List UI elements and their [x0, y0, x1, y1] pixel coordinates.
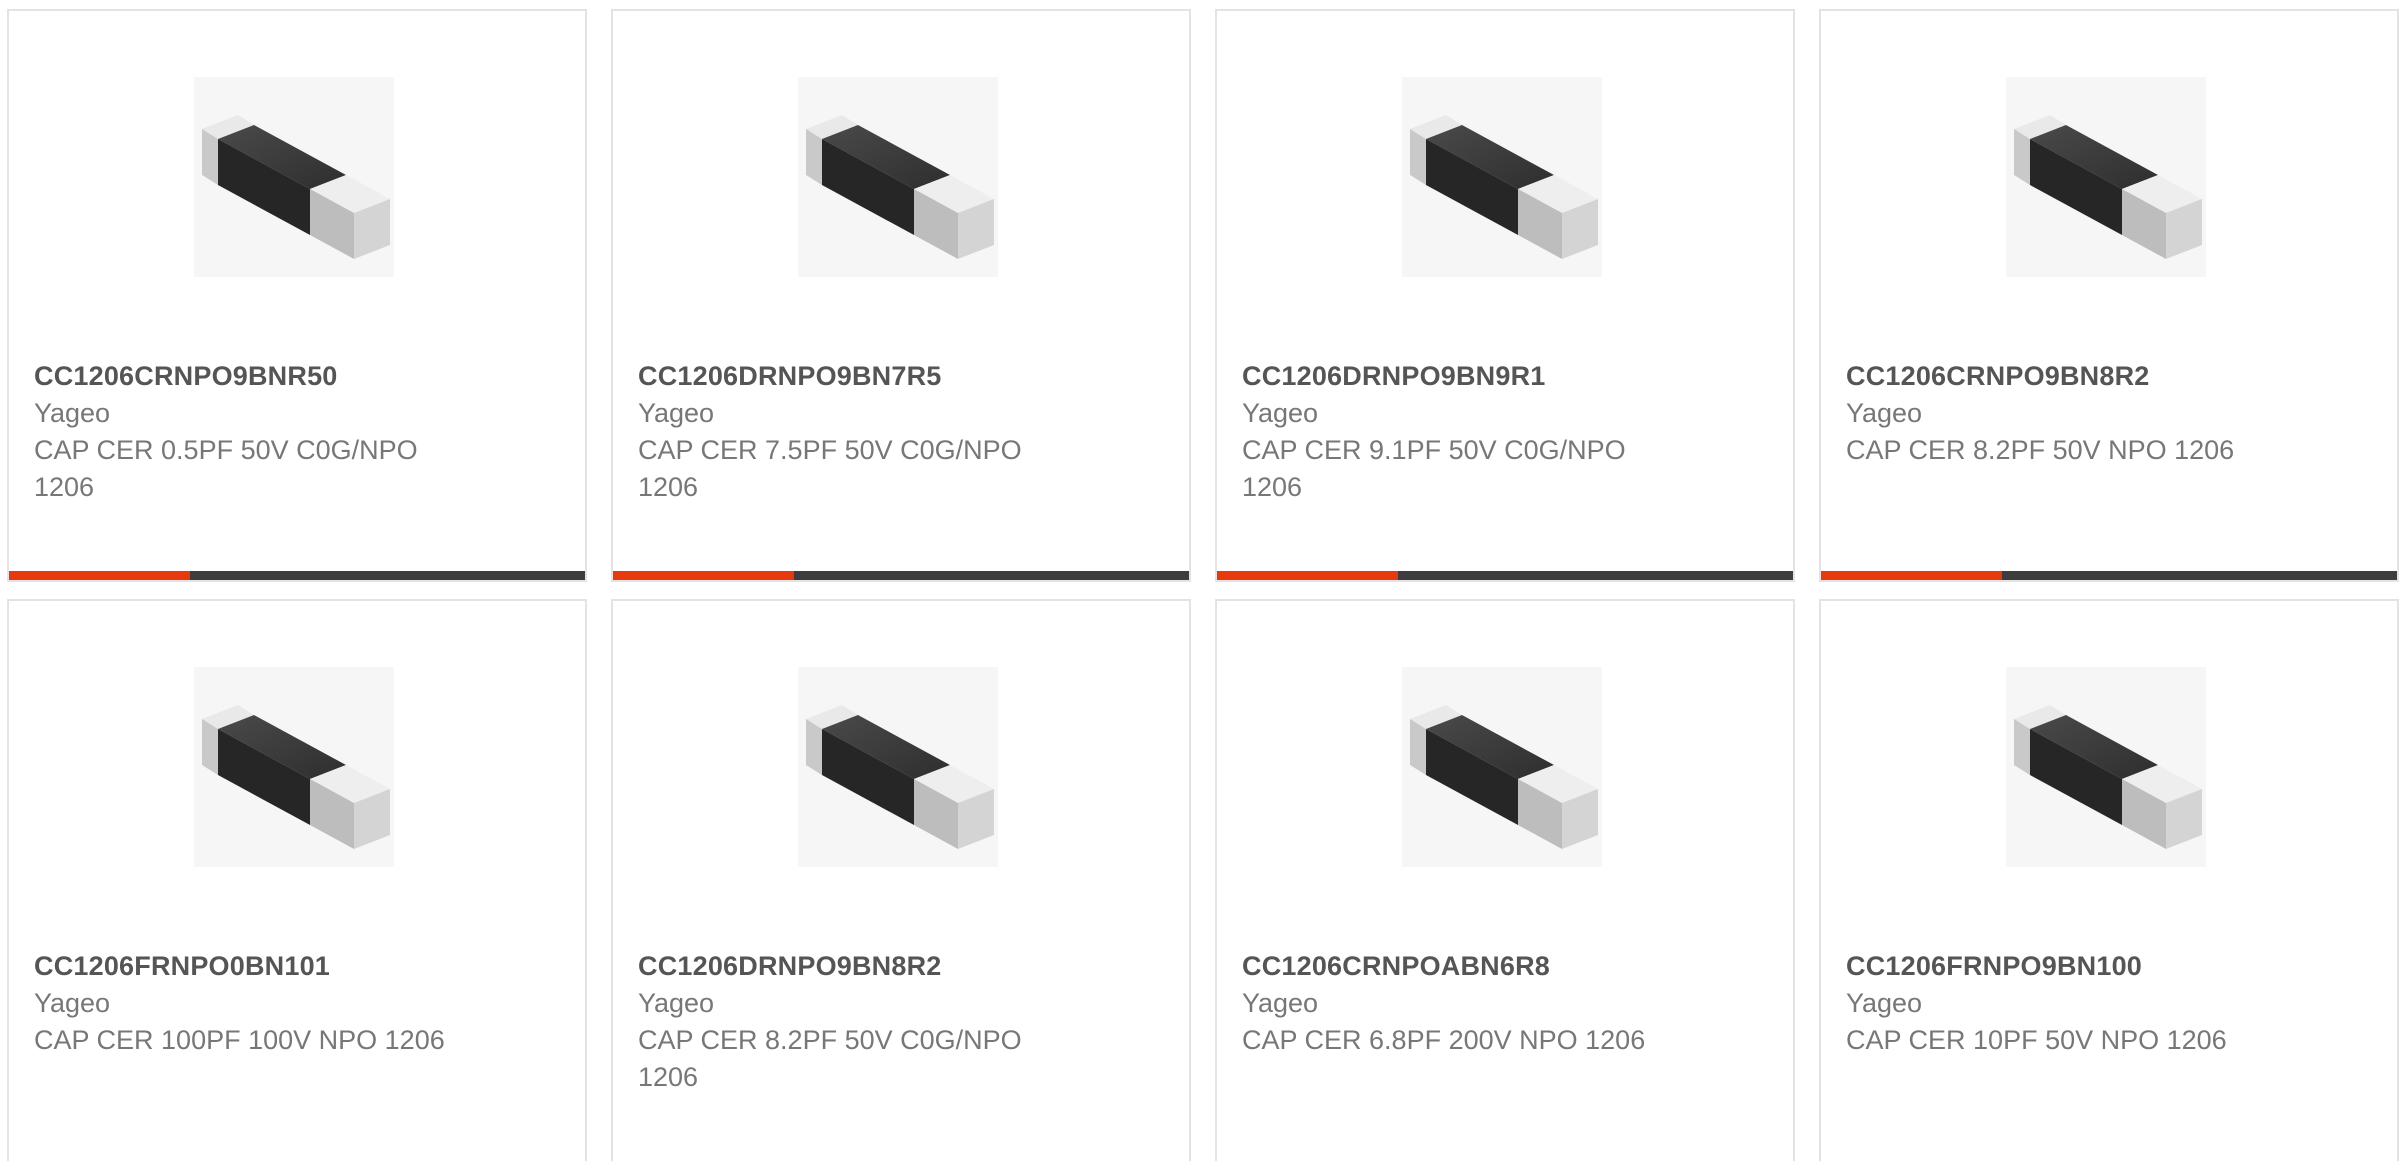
chip-capacitor-image — [798, 77, 998, 277]
product-card[interactable]: CC1206CRNPO9BN8R2 Yageo CAP CER 8.2PF 50… — [1819, 9, 2399, 582]
card-progress-fill — [613, 571, 795, 580]
manufacturer: Yageo — [638, 988, 715, 1018]
manufacturer: Yageo — [34, 398, 111, 428]
manufacturer: Yageo — [638, 398, 715, 428]
part-number: CC1206DRNPO9BN8R2 — [638, 951, 942, 981]
product-grid: CC1206CRNPO9BNR50 Yageo CAP CER 0.5PF 50… — [0, 0, 2400, 1161]
product-card[interactable]: CC1206DRNPO9BN7R5 Yageo CAP CER 7.5PF 50… — [611, 9, 1191, 582]
manufacturer: Yageo — [34, 988, 111, 1018]
part-number: CC1206FRNPO9BN100 — [1846, 951, 2143, 981]
card-progress-bar — [613, 571, 1189, 580]
chip-capacitor-image — [194, 667, 394, 867]
card-progress-fill — [1217, 571, 1399, 580]
manufacturer: Yageo — [1242, 988, 1319, 1018]
chip-capacitor-image — [798, 667, 998, 867]
card-progress-bar — [9, 571, 585, 580]
description: CAP CER 100PF 100V NPO 1206 — [34, 1025, 445, 1055]
part-number: CC1206DRNPO9BN9R1 — [1242, 361, 1546, 391]
part-number: CC1206CRNPO9BN8R2 — [1846, 361, 2150, 391]
description: CAP CER 10PF 50V NPO 1206 — [1846, 1025, 2227, 1055]
manufacturer: Yageo — [1242, 398, 1319, 428]
description: CAP CER 7.5PF 50V C0G/NPO 1206 — [638, 435, 1022, 502]
description: CAP CER 6.8PF 200V NPO 1206 — [1242, 1025, 1646, 1055]
part-number: CC1206DRNPO9BN7R5 — [638, 361, 942, 391]
product-card[interactable]: CC1206CRNPO9BNR50 Yageo CAP CER 0.5PF 50… — [7, 9, 587, 582]
chip-capacitor-image — [2006, 77, 2206, 277]
chip-capacitor-image — [2006, 667, 2206, 867]
chip-capacitor-image — [1402, 77, 1602, 277]
product-card[interactable]: CC1206FRNPO0BN101 Yageo CAP CER 100PF 10… — [7, 599, 587, 1161]
card-progress-bar — [1821, 571, 2397, 580]
product-card[interactable]: CC1206DRNPO9BN9R1 Yageo CAP CER 9.1PF 50… — [1215, 9, 1795, 582]
product-card[interactable]: CC1206FRNPO9BN100 Yageo CAP CER 10PF 50V… — [1819, 599, 2399, 1161]
part-number: CC1206FRNPO0BN101 — [34, 951, 331, 981]
card-progress-fill — [1821, 571, 2003, 580]
description: CAP CER 0.5PF 50V C0G/NPO 1206 — [34, 435, 418, 502]
product-card[interactable]: CC1206CRNPOABN6R8 Yageo CAP CER 6.8PF 20… — [1215, 599, 1795, 1161]
product-card[interactable]: CC1206DRNPO9BN8R2 Yageo CAP CER 8.2PF 50… — [611, 599, 1191, 1161]
manufacturer: Yageo — [1846, 398, 1923, 428]
description: CAP CER 8.2PF 50V NPO 1206 — [1846, 435, 2235, 465]
card-progress-bar — [1217, 571, 1793, 580]
part-number: CC1206CRNPO9BNR50 — [34, 361, 338, 391]
card-progress-fill — [9, 571, 191, 580]
part-number: CC1206CRNPOABN6R8 — [1242, 951, 1550, 981]
chip-capacitor-image — [1402, 667, 1602, 867]
manufacturer: Yageo — [1846, 988, 1923, 1018]
description: CAP CER 8.2PF 50V C0G/NPO 1206 — [638, 1025, 1022, 1092]
chip-capacitor-image — [194, 77, 394, 277]
description: CAP CER 9.1PF 50V C0G/NPO 1206 — [1242, 435, 1626, 502]
